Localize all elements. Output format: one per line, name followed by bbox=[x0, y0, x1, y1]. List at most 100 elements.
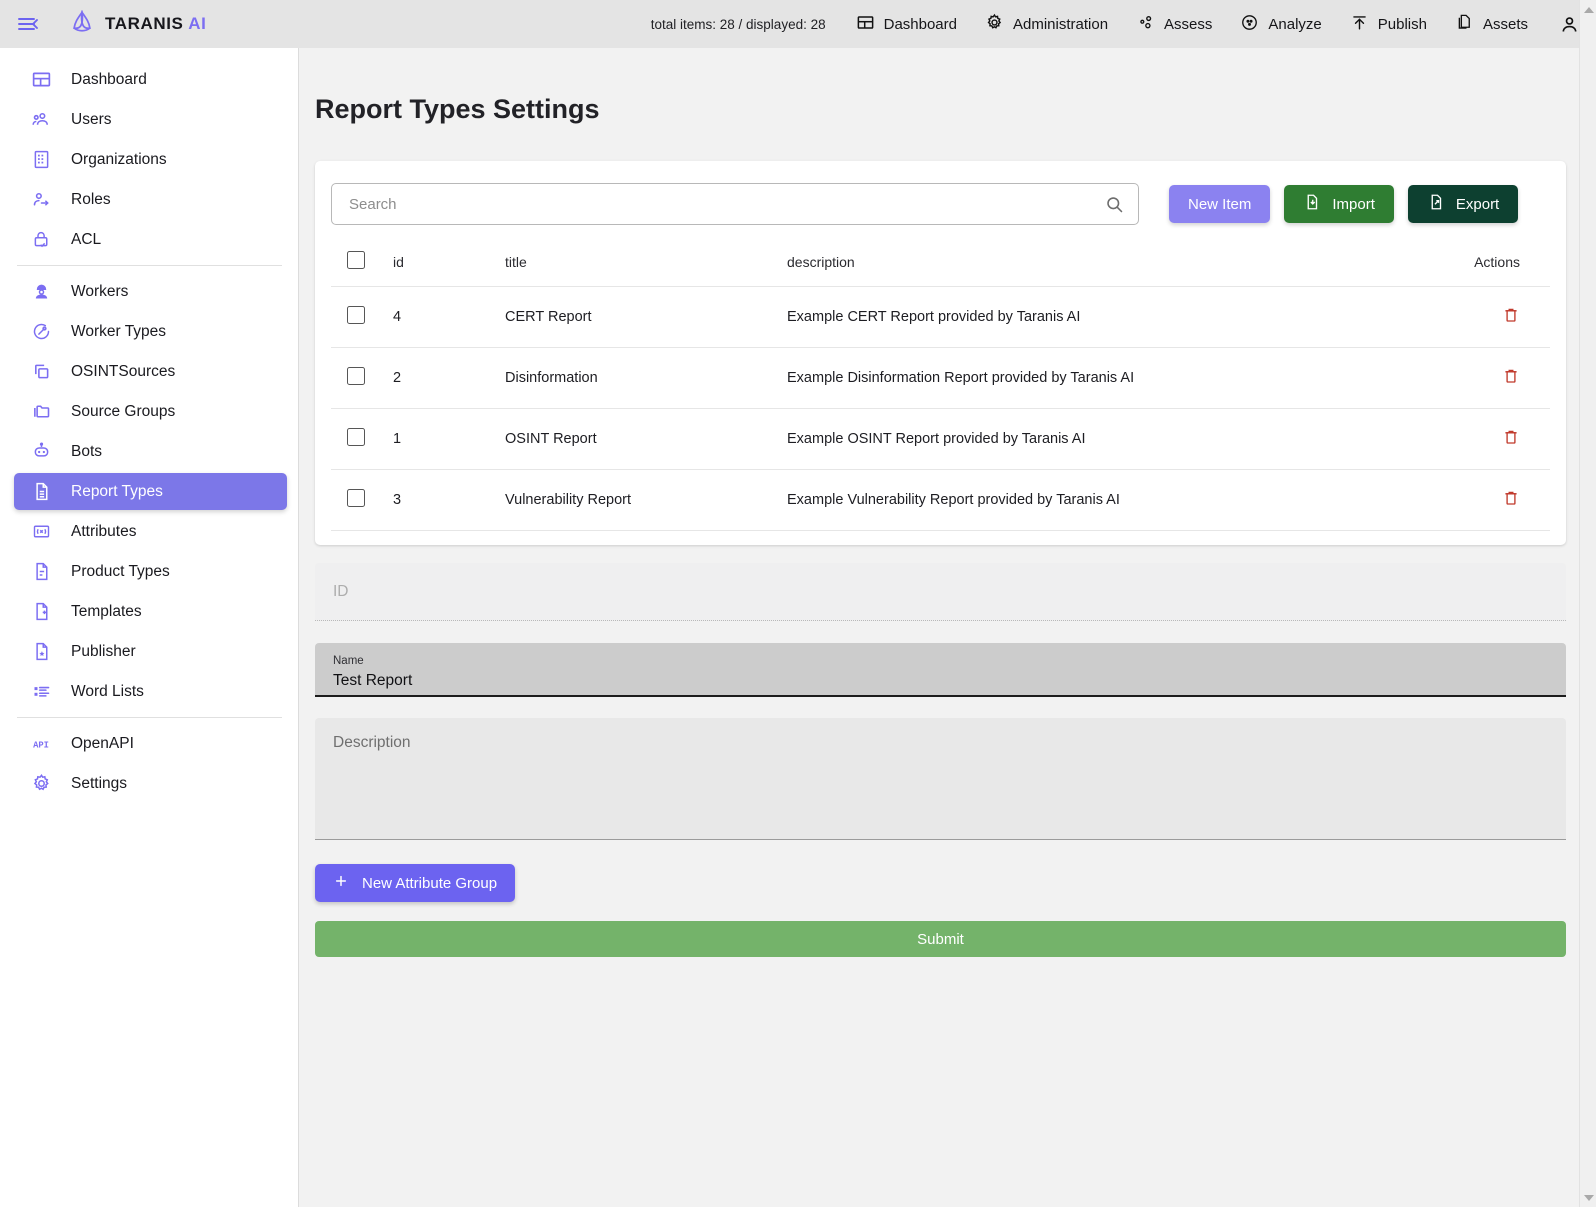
name-field[interactable]: Name Test Report bbox=[315, 643, 1566, 697]
import-button[interactable]: Import bbox=[1284, 185, 1394, 223]
row-description: Example CERT Report provided by Taranis … bbox=[787, 286, 1430, 348]
top-nav-label: Assets bbox=[1482, 15, 1528, 33]
row-checkbox[interactable] bbox=[347, 367, 365, 385]
id-field[interactable]: ID bbox=[315, 563, 1566, 621]
select-all-checkbox[interactable] bbox=[347, 251, 365, 269]
sidebar-item-worker-types[interactable]: Worker Types bbox=[14, 313, 287, 350]
column-header-description[interactable]: description bbox=[787, 241, 1430, 287]
sidebar-item-publisher[interactable]: Publisher bbox=[14, 633, 287, 670]
top-nav-item-administration[interactable]: Administration bbox=[971, 0, 1122, 48]
top-nav-item-dashboard[interactable]: Dashboard bbox=[842, 0, 971, 48]
sidebar-item-product-types[interactable]: Product Types bbox=[14, 553, 287, 590]
row-select-cell bbox=[331, 469, 393, 531]
svg-text:API: API bbox=[33, 741, 49, 751]
table-head: id title description Actions bbox=[331, 241, 1550, 287]
gear-icon bbox=[985, 13, 1004, 36]
sidebar-item-source-groups[interactable]: Source Groups bbox=[14, 393, 287, 430]
trash-delete-icon[interactable] bbox=[1502, 489, 1520, 507]
table-header-row: id title description Actions bbox=[331, 241, 1550, 287]
sidebar-item-label: Word Lists bbox=[71, 682, 144, 700]
table-row[interactable]: 4 CERT Report Example CERT Report provid… bbox=[331, 286, 1550, 348]
sidebar-item-label: Roles bbox=[71, 190, 111, 208]
sidebar-item-label: Organizations bbox=[71, 150, 167, 168]
submit-button[interactable]: Submit bbox=[315, 921, 1566, 957]
dashboard-grid-icon bbox=[856, 13, 875, 36]
column-header-actions: Actions bbox=[1474, 253, 1520, 270]
document-star-icon bbox=[29, 640, 53, 664]
row-actions-cell bbox=[1430, 286, 1550, 348]
sidebar-item-label: Workers bbox=[71, 282, 129, 300]
page-title: Report Types Settings bbox=[315, 94, 600, 124]
sidebar-item-label: Templates bbox=[71, 602, 142, 620]
triangle-up-icon[interactable] bbox=[1580, 1, 1596, 18]
sidebar-item-label: Settings bbox=[71, 774, 128, 792]
hamburger-collapse-icon[interactable] bbox=[0, 0, 56, 48]
sidebar-item-dashboard[interactable]: Dashboard bbox=[14, 61, 287, 98]
sidebar-item-label: Dashboard bbox=[71, 70, 147, 88]
trash-delete-icon[interactable] bbox=[1502, 306, 1520, 324]
copy-stack-icon bbox=[29, 360, 53, 384]
search-input[interactable] bbox=[331, 183, 1139, 225]
row-checkbox[interactable] bbox=[347, 428, 365, 446]
app-root: TARANIS AI total items: 28 / displayed: … bbox=[0, 0, 1596, 1207]
triangle-down-icon[interactable] bbox=[1580, 1189, 1596, 1206]
table-row[interactable]: 3 Vulnerability Report Example Vulnerabi… bbox=[331, 469, 1550, 531]
select-all-cell bbox=[331, 241, 393, 287]
sidebar-item-label: Attributes bbox=[71, 522, 137, 540]
sidebar-item-label: Source Groups bbox=[71, 402, 176, 420]
top-nav-item-analyze[interactable]: Analyze bbox=[1226, 0, 1335, 48]
sidebar-item-settings[interactable]: Settings bbox=[14, 765, 287, 802]
new-attribute-group-button[interactable]: New Attribute Group bbox=[315, 864, 516, 902]
lock-check-icon bbox=[29, 228, 53, 252]
trash-delete-icon[interactable] bbox=[1502, 428, 1520, 446]
building-icon bbox=[29, 148, 53, 172]
row-id: 4 bbox=[393, 286, 505, 348]
variable-x-icon bbox=[29, 520, 53, 544]
sidebar-item-osintsources[interactable]: OSINTSources bbox=[14, 353, 287, 390]
file-import-icon bbox=[1303, 193, 1321, 215]
sidebar-item-openapi[interactable]: API OpenAPI bbox=[14, 725, 287, 762]
api-icon: API bbox=[29, 732, 53, 756]
sidebar-item-templates[interactable]: Templates bbox=[14, 593, 287, 630]
sidebar-item-organizations[interactable]: Organizations bbox=[14, 141, 287, 178]
column-header-id[interactable]: id bbox=[393, 241, 505, 287]
brand-logo[interactable]: TARANIS AI bbox=[68, 8, 206, 41]
row-title: Disinformation bbox=[505, 347, 787, 409]
vertical-scrollbar[interactable] bbox=[1579, 0, 1596, 1207]
table-row[interactable]: 2 Disinformation Example Disinformation … bbox=[331, 347, 1550, 409]
sidebar-item-workers[interactable]: Workers bbox=[14, 273, 287, 310]
table-row[interactable]: 1 OSINT Report Example OSINT Report prov… bbox=[331, 408, 1550, 470]
trash-delete-icon[interactable] bbox=[1502, 367, 1520, 385]
row-id: 2 bbox=[393, 347, 505, 409]
items-counter: total items: 28 / displayed: 28 bbox=[650, 16, 826, 32]
description-field[interactable]: Description bbox=[315, 718, 1566, 840]
description-field-placeholder: Description bbox=[333, 734, 411, 751]
table-body: 4 CERT Report Example CERT Report provid… bbox=[331, 286, 1550, 531]
sidebar-item-report-types[interactable]: Report Types bbox=[14, 473, 287, 510]
row-checkbox[interactable] bbox=[347, 306, 365, 324]
main-content: Report Types Settings New Item bbox=[299, 48, 1596, 1207]
column-header-title[interactable]: title bbox=[505, 241, 787, 287]
report-document-icon bbox=[29, 480, 53, 504]
sidebar-item-bots[interactable]: Bots bbox=[14, 433, 287, 470]
sidebar-divider bbox=[17, 265, 282, 266]
sidebar-item-label: OpenAPI bbox=[71, 734, 134, 752]
sidebar-item-attributes[interactable]: Attributes bbox=[14, 513, 287, 550]
search-wrapper bbox=[331, 183, 1139, 225]
top-nav-item-publish[interactable]: Publish bbox=[1336, 0, 1441, 48]
sidebar-item-users[interactable]: Users bbox=[14, 101, 287, 138]
sidebar-item-acl[interactable]: ACL bbox=[14, 221, 287, 258]
sidebar-item-word-lists[interactable]: Word Lists bbox=[14, 673, 287, 710]
sidebar-item-roles[interactable]: Roles bbox=[14, 181, 287, 218]
export-button[interactable]: Export bbox=[1407, 185, 1519, 223]
row-select-cell bbox=[331, 286, 393, 348]
sidebar-item-label: Users bbox=[71, 110, 112, 128]
new-item-button[interactable]: New Item bbox=[1169, 185, 1271, 223]
top-nav-item-assess[interactable]: Assess bbox=[1122, 0, 1226, 48]
import-label: Import bbox=[1332, 195, 1375, 213]
row-checkbox[interactable] bbox=[347, 489, 365, 507]
top-nav-label: Analyze bbox=[1268, 15, 1322, 33]
report-types-card: New Item Import Export bbox=[315, 161, 1566, 545]
card-buttons: New Item Import Export bbox=[1169, 185, 1519, 223]
top-nav-item-assets[interactable]: Assets bbox=[1441, 0, 1542, 48]
